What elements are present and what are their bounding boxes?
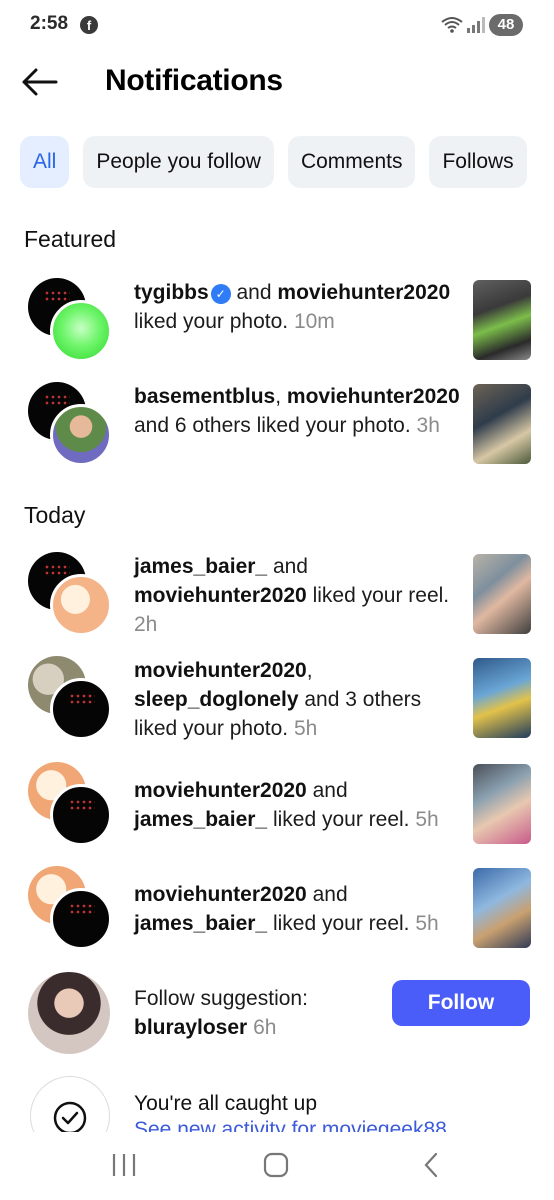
username[interactable]: moviehunter2020: [277, 281, 450, 304]
recent-apps-icon: [112, 1154, 136, 1176]
chevron-left-icon: [424, 1152, 438, 1178]
username[interactable]: moviehunter2020: [134, 584, 307, 607]
username[interactable]: basementblus: [134, 385, 275, 408]
avatar: [50, 888, 112, 950]
section-today-title: Today: [24, 502, 86, 528]
status-time: 2:58: [30, 13, 69, 34]
post-thumbnail[interactable]: [473, 384, 531, 464]
timestamp: 2h: [134, 613, 158, 636]
notification-text: james_baier_ and moviehunter2020 liked y…: [134, 555, 450, 636]
filter-tabs: All People you follow Comments Follows: [20, 136, 554, 188]
page-title: Notifications: [105, 64, 283, 97]
username[interactable]: moviehunter2020: [134, 779, 307, 802]
notification-text: moviehunter2020, sleep_doglonely and 3 o…: [134, 659, 422, 740]
avatar[interactable]: [28, 972, 110, 1054]
timestamp: 5h: [415, 808, 439, 831]
back-arrow-icon: [22, 68, 58, 96]
avatar-stack[interactable]: [28, 382, 114, 468]
home-icon: [263, 1152, 289, 1178]
avatar: [50, 300, 112, 362]
notification-text: moviehunter2020 and james_baier_ liked y…: [134, 883, 439, 935]
timestamp: 5h: [293, 717, 318, 740]
avatar-stack[interactable]: [28, 866, 114, 952]
facebook-icon: f: [80, 16, 98, 34]
username[interactable]: james_baier_: [134, 912, 267, 935]
tab-all[interactable]: All: [20, 136, 70, 188]
system-nav-bar: [0, 1132, 554, 1200]
timestamp: 5h: [415, 912, 439, 935]
username[interactable]: moviehunter2020: [287, 385, 460, 408]
caught-up-title: You're all caught up: [134, 1092, 318, 1115]
avatar: [50, 404, 112, 466]
avatar: [50, 784, 112, 846]
post-thumbnail[interactable]: [473, 280, 531, 360]
username[interactable]: james_baier_: [134, 555, 267, 578]
avatar: [50, 678, 112, 740]
home-button[interactable]: [256, 1150, 296, 1180]
username[interactable]: tygibbs: [134, 281, 209, 304]
avatar: [50, 574, 112, 636]
recent-apps-button[interactable]: [104, 1150, 144, 1180]
timestamp: 6h: [253, 1016, 277, 1039]
section-featured-title: Featured: [24, 226, 117, 252]
timestamp: 3h: [416, 414, 440, 437]
tab-people-you-follow[interactable]: People you follow: [83, 136, 274, 188]
tab-comments[interactable]: Comments: [287, 136, 416, 188]
wifi-icon: [441, 17, 463, 33]
battery-indicator: 48: [489, 14, 523, 36]
post-thumbnail[interactable]: [473, 658, 531, 738]
post-thumbnail[interactable]: [473, 554, 531, 634]
notification-text: basementblus, moviehunter2020 and 6 othe…: [134, 385, 460, 437]
avatar-stack[interactable]: [28, 762, 114, 848]
system-back-button[interactable]: [412, 1150, 452, 1180]
username[interactable]: moviehunter2020: [134, 659, 307, 682]
tab-follows[interactable]: Follows: [429, 136, 527, 188]
avatar-stack[interactable]: [28, 656, 114, 742]
username[interactable]: blurayloser: [134, 1016, 247, 1039]
post-thumbnail[interactable]: [473, 868, 531, 948]
back-button[interactable]: [20, 64, 60, 100]
username[interactable]: moviehunter2020: [134, 883, 307, 906]
app-header: Notifications: [0, 52, 554, 112]
signal-icon: [467, 17, 485, 33]
follow-button[interactable]: Follow: [392, 980, 530, 1026]
verified-badge-icon: ✓: [210, 284, 231, 304]
timestamp: 10m: [293, 310, 335, 333]
notification-text: moviehunter2020 and james_baier_ liked y…: [134, 779, 439, 831]
avatar-stack[interactable]: [28, 278, 114, 364]
username[interactable]: sleep_doglonely: [134, 688, 299, 711]
notification-text: tygibbs ✓ and moviehunter2020 liked your …: [134, 281, 451, 333]
post-thumbnail[interactable]: [473, 764, 531, 844]
see-activity-link[interactable]: See new activity for moviegeek88: [134, 1118, 534, 1132]
username[interactable]: james_baier_: [134, 808, 267, 831]
status-bar: 2:58 f 48: [0, 0, 554, 52]
avatar-stack[interactable]: [28, 552, 114, 638]
